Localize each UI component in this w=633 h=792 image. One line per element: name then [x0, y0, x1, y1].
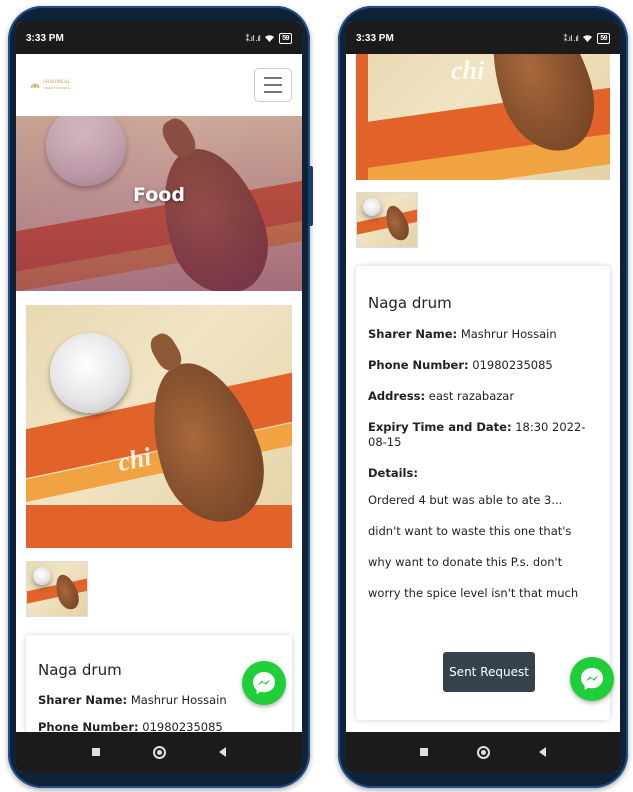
status-bar: 3:33 PM ⁑.ıl .ıl 59 [16, 22, 302, 54]
expiry-row: Expiry Time and Date: 18:30 2022-08-15 [368, 420, 598, 450]
battery-icon: 59 [597, 32, 610, 44]
tray-stripe [356, 54, 368, 180]
status-icons: ⁑.ıl .ıl 59 [563, 32, 610, 44]
hero-banner: Food [16, 116, 302, 291]
menu-toggle-button[interactable] [254, 68, 292, 102]
messenger-chat-button[interactable] [570, 657, 614, 701]
page-title: Food [133, 184, 185, 206]
brand-logo[interactable]: SHARMEAL SHARE YOUR MEAL [30, 80, 71, 90]
home-icon[interactable] [476, 745, 490, 759]
logo-tagline: SHARE YOUR MEAL [43, 86, 72, 90]
recents-icon[interactable] [420, 748, 429, 756]
phone-frame-left: 3:33 PM ⁑.ıl .ıl 59 SHARMEAL SHARE YOUR … [8, 6, 313, 788]
phone-frame-right: 3:33 PM ⁑.ıl .ıl 59 chi Naga drum Sharer… [338, 6, 628, 788]
tray-logo: chi [451, 56, 485, 85]
battery-icon: 59 [279, 32, 292, 44]
messenger-icon [581, 668, 603, 690]
signal-icon: ⁑.ıl .ıl [245, 33, 261, 43]
food-thumbnail[interactable] [356, 192, 418, 248]
details-row: Details: [368, 466, 598, 481]
system-nav-bar [16, 732, 302, 772]
food-thumbnail[interactable] [26, 561, 88, 617]
food-main-image[interactable]: chi [26, 305, 292, 548]
home-icon[interactable] [152, 745, 166, 759]
system-nav-bar [346, 732, 620, 772]
status-bar: 3:33 PM ⁑.ıl .ıl 59 [346, 22, 620, 54]
messenger-icon [253, 672, 275, 694]
hamburger-icon-line [264, 84, 282, 86]
wifi-icon [265, 34, 275, 42]
screen-left: 3:33 PM ⁑.ıl .ıl 59 SHARMEAL SHARE YOUR … [16, 22, 302, 772]
sharer-value: Mashrur Hossain [130, 693, 227, 707]
sharer-row: Sharer Name: Mashrur Hossain [38, 693, 280, 708]
logo-icon [30, 83, 40, 88]
volume-key [308, 166, 313, 226]
back-icon[interactable] [218, 747, 226, 757]
messenger-chat-button[interactable] [242, 661, 286, 705]
phone-row: Phone Number: 01980235085 [368, 358, 598, 373]
status-time: 3:33 PM [26, 32, 64, 44]
sauce-cup [33, 567, 51, 585]
status-icons: ⁑.ıl .ıl 59 [245, 32, 292, 44]
food-main-image[interactable]: chi [356, 54, 610, 180]
hamburger-icon-line [264, 91, 282, 93]
details-label: Details: [368, 466, 418, 480]
status-time: 3:33 PM [356, 32, 394, 44]
sauce-cup [50, 333, 130, 413]
sharer-value: Mashrur Hossain [460, 327, 557, 341]
food-name: Naga drum [368, 294, 452, 312]
address-label: Address: [368, 389, 426, 403]
sharer-label: Sharer Name: [38, 693, 128, 707]
phone-value: 01980235085 [472, 358, 553, 372]
sharer-label: Sharer Name: [368, 327, 458, 341]
phone-label: Phone Number: [368, 358, 469, 372]
send-request-button[interactable]: Sent Request [443, 652, 535, 692]
tray-stripe [26, 505, 292, 548]
address-value: east razabazar [428, 389, 515, 403]
sharer-row: Sharer Name: Mashrur Hossain [368, 327, 598, 342]
screen-right: 3:33 PM ⁑.ıl .ıl 59 chi Naga drum Sharer… [346, 22, 620, 772]
details-text: Ordered 4 but was able to ate 3... didn'… [368, 493, 579, 600]
navbar: SHARMEAL SHARE YOUR MEAL [16, 54, 302, 116]
wifi-icon [583, 34, 593, 42]
hamburger-icon [264, 77, 282, 79]
recents-icon[interactable] [92, 748, 101, 756]
back-icon[interactable] [538, 747, 546, 757]
expiry-label: Expiry Time and Date: [368, 420, 512, 434]
signal-icon: ⁑.ıl .ıl [563, 33, 579, 43]
sauce-cup [363, 198, 381, 216]
address-row: Address: east razabazar [368, 389, 598, 404]
